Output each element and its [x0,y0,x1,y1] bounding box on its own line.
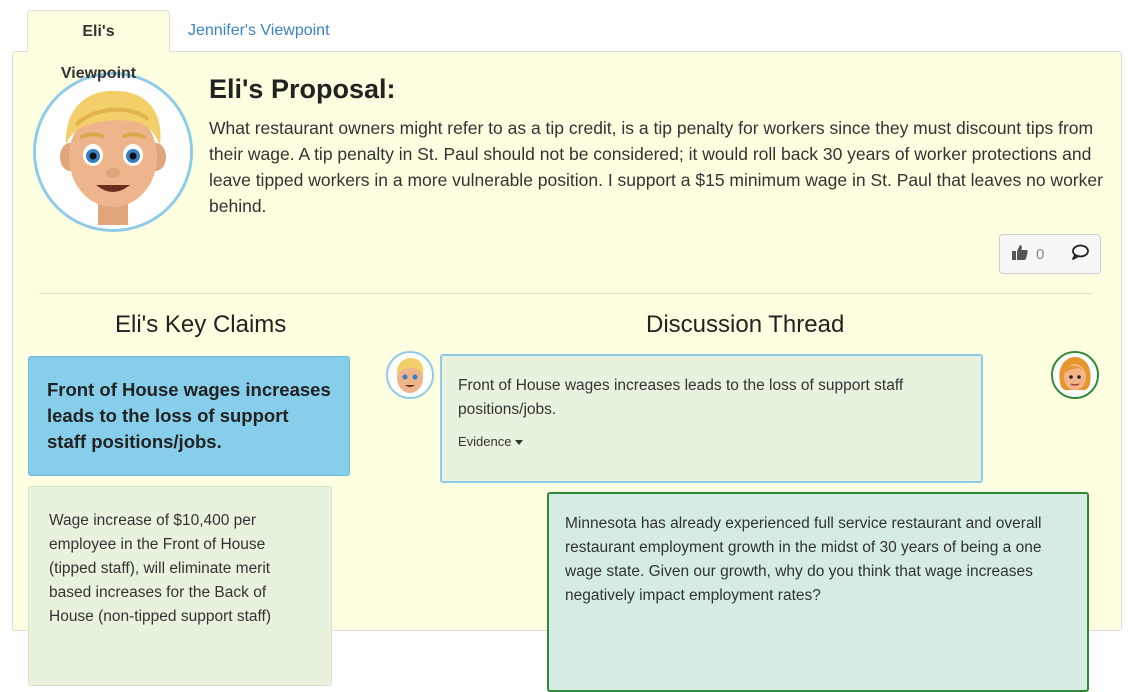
eli-thread-message: Front of House wages increases leads to … [440,354,983,483]
proposal-actions: 0 [999,234,1101,274]
speech-bubble-icon [1071,244,1090,265]
eli-avatar-icon [33,72,193,232]
key-claims-title: Eli's Key Claims [115,311,287,338]
key-claim-card[interactable]: Front of House wages increases leads to … [28,356,350,476]
discussion-thread-title: Discussion Thread [646,311,845,338]
tab-jennifer-viewpoint[interactable]: Jennifer's Viewpoint [172,10,346,52]
evidence-label: Evidence [458,434,512,449]
sub-claim-card[interactable]: Wage increase of $10,400 per employee in… [28,486,332,686]
proposal-text: What restaurant owners might refer to as… [209,118,1103,216]
eli-small-avatar-icon [386,351,434,399]
thumbs-up-icon [1012,244,1028,264]
section-divider [39,293,1093,294]
eli-message-text: Front of House wages increases leads to … [458,377,904,418]
evidence-dropdown[interactable]: Evidence [458,430,965,454]
viewpoint-tabs: Eli's Viewpoint Jennifer's Viewpoint [12,10,1122,82]
like-count: 0 [1036,245,1045,263]
jennifer-thread-message: Minnesota has already experienced full s… [547,492,1089,692]
tab-eli-viewpoint[interactable]: Eli's Viewpoint [27,10,170,82]
viewpoint-panel: Eli's Proposal: What restaurant owners m… [12,51,1122,692]
caret-down-icon [515,439,524,445]
jennifer-avatar-icon [1051,351,1099,399]
proposal-title: Eli's Proposal: [209,74,396,104]
comment-button[interactable] [1061,235,1100,273]
like-button[interactable]: 0 [1000,235,1061,273]
